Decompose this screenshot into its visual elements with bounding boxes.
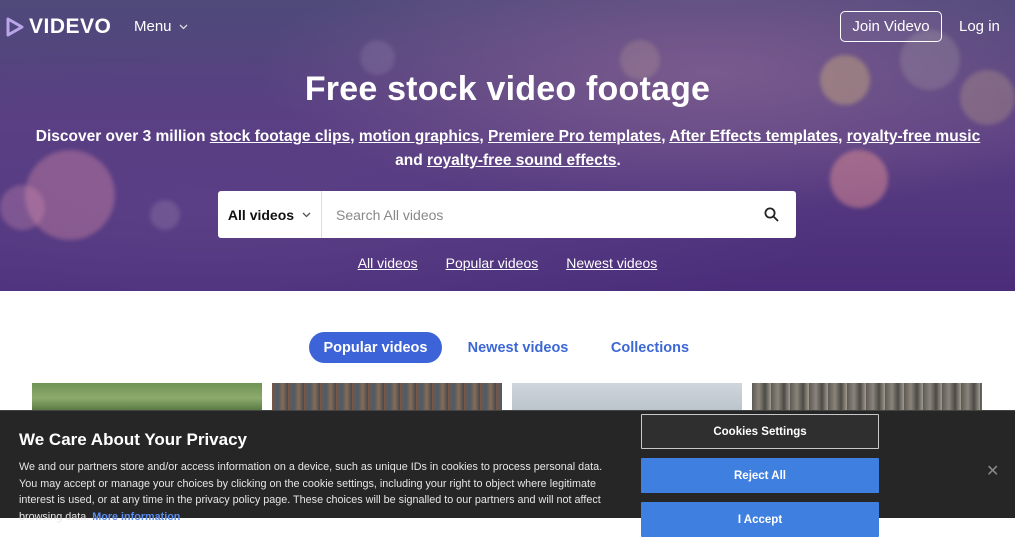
subtitle-and: and xyxy=(395,152,428,169)
separator: , xyxy=(838,128,847,145)
join-button[interactable]: Join Videvo xyxy=(840,11,942,42)
cookie-text: We and our partners store and/or access … xyxy=(19,459,609,525)
link-stock-footage[interactable]: stock footage clips xyxy=(210,128,350,145)
quick-links: All videos Popular videos Newest videos xyxy=(0,255,1015,271)
link-after-effects-templates[interactable]: After Effects templates xyxy=(669,128,838,145)
tab-popular-videos[interactable]: Popular videos xyxy=(309,332,442,363)
quick-link-all-videos[interactable]: All videos xyxy=(358,255,418,271)
video-grid xyxy=(0,383,1015,413)
chevron-down-icon xyxy=(179,24,187,29)
quick-link-popular-videos[interactable]: Popular videos xyxy=(446,255,539,271)
subtitle-intro: Discover over 3 million xyxy=(35,128,210,145)
video-thumbnail[interactable] xyxy=(512,383,742,413)
menu-button[interactable]: Menu xyxy=(134,18,188,35)
play-logo-icon xyxy=(6,17,24,37)
cookie-consent-banner: We Care About Your Privacy We and our pa… xyxy=(0,410,1015,537)
search-button[interactable] xyxy=(746,191,796,238)
bokeh-light xyxy=(150,200,180,230)
video-thumbnail[interactable] xyxy=(32,383,262,413)
search-bar: All videos xyxy=(218,191,796,238)
search-icon xyxy=(764,207,778,222)
search-scope-label: All videos xyxy=(227,206,295,223)
brand-name: VIDEVO xyxy=(29,15,112,38)
quick-link-newest-videos[interactable]: Newest videos xyxy=(566,255,657,271)
video-tabs: Popular videos Newest videos Collections xyxy=(0,332,1015,363)
cookie-title: We Care About Your Privacy xyxy=(19,430,247,449)
videvo-logo[interactable]: VIDEVO xyxy=(6,15,111,39)
chevron-down-icon xyxy=(302,212,311,217)
video-thumbnail[interactable] xyxy=(272,383,502,413)
bokeh-light xyxy=(0,185,45,230)
separator: , xyxy=(479,128,489,145)
reject-all-button[interactable]: Reject All xyxy=(641,458,879,493)
subtitle-period: . xyxy=(616,152,621,169)
link-royalty-free-music[interactable]: royalty-free music xyxy=(847,128,981,145)
link-sound-effects[interactable]: royalty-free sound effects xyxy=(427,152,617,169)
tab-collections[interactable]: Collections xyxy=(598,332,702,363)
search-scope-dropdown[interactable]: All videos xyxy=(218,191,322,238)
search-input[interactable] xyxy=(322,191,746,238)
hero-subtitle: Discover over 3 million stock footage cl… xyxy=(18,125,998,173)
login-link[interactable]: Log in xyxy=(959,18,1000,35)
menu-label: Menu xyxy=(134,18,172,35)
hero-banner: VIDEVO Menu Join Videvo Log in Free stoc… xyxy=(0,0,1015,291)
separator: , xyxy=(350,128,359,145)
link-motion-graphics[interactable]: motion graphics xyxy=(359,128,480,145)
more-information-link[interactable]: More information xyxy=(92,511,180,523)
top-nav: VIDEVO Menu Join Videvo Log in xyxy=(0,0,1015,54)
cookies-settings-button[interactable]: Cookies Settings xyxy=(641,414,879,449)
accept-button[interactable]: I Accept xyxy=(641,502,879,537)
tab-newest-videos[interactable]: Newest videos xyxy=(459,332,577,363)
close-icon[interactable]: ✕ xyxy=(986,461,999,481)
link-premiere-templates[interactable]: Premiere Pro templates xyxy=(488,128,661,145)
video-thumbnail[interactable] xyxy=(752,383,982,413)
page-title: Free stock video footage xyxy=(304,70,711,108)
